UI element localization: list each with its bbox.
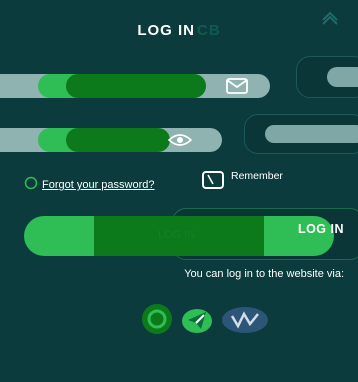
chevron-icon bbox=[322, 11, 338, 25]
title-suffix: CB bbox=[197, 22, 221, 39]
login-button[interactable]: LOG IN bbox=[24, 216, 334, 256]
login-button-label: LOG IN bbox=[297, 222, 344, 236]
vk-icon bbox=[222, 307, 268, 333]
social-login-title: You can log in to the website via: bbox=[184, 268, 344, 280]
vk-login-button[interactable] bbox=[220, 302, 270, 336]
login-ghost-label: LOG IN bbox=[158, 229, 196, 241]
remember-checkbox[interactable] bbox=[202, 171, 224, 189]
ghost-field-decoration bbox=[296, 56, 358, 98]
steam-login-button[interactable] bbox=[140, 302, 174, 336]
telegram-login-button[interactable] bbox=[180, 302, 214, 336]
telegram-icon bbox=[182, 309, 212, 333]
ghost-field-decoration bbox=[244, 114, 358, 154]
remember-label: Remember bbox=[231, 171, 291, 182]
lock-icon bbox=[24, 176, 38, 190]
password-field[interactable] bbox=[0, 128, 222, 152]
title-text: LOG IN bbox=[137, 22, 195, 39]
close-button[interactable] bbox=[320, 8, 340, 28]
page-title: LOG IN CB bbox=[0, 22, 358, 39]
remember-text: Remember bbox=[231, 170, 283, 182]
mail-icon bbox=[226, 78, 250, 96]
forgot-password-link[interactable]: Forgot your password? bbox=[42, 179, 155, 191]
check-icon bbox=[207, 174, 214, 185]
eye-icon[interactable] bbox=[167, 132, 193, 150]
email-field[interactable] bbox=[0, 74, 270, 98]
steam-icon bbox=[142, 304, 172, 334]
